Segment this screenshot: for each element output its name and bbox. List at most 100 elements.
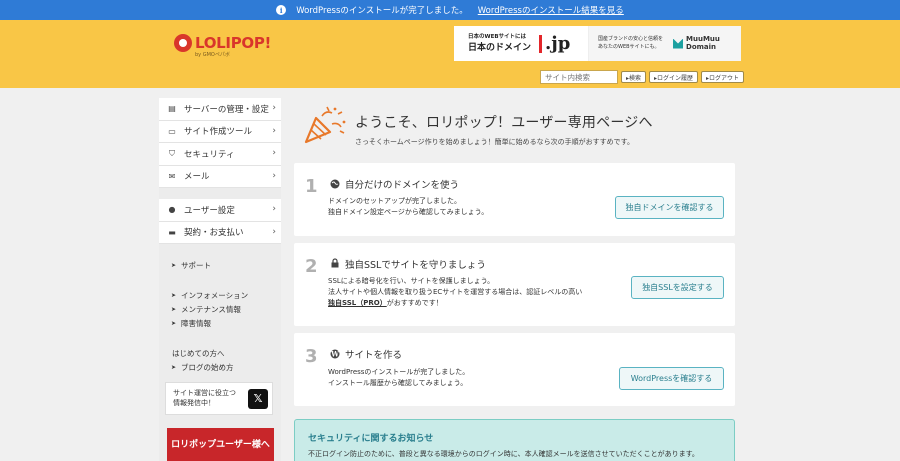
- banner-muumuu-line1: 国産ブランドの安心と信頼を: [598, 36, 664, 43]
- security-notice-body: 不正ログイン防止のために、普段と異なる環境からのログイン時に、本人確認メールを送…: [308, 450, 699, 458]
- sidebar-menu-main: ▤ サーバーの管理・設定 › ▭ サイト作成ツール › ⛉ セキュリティ › ✉…: [159, 98, 281, 188]
- ad-banner[interactable]: 日本のWEBサイトには 日本のドメイン .jp 国産ブランドの安心と信頼を あな…: [454, 26, 741, 61]
- link-label: インフォメーション: [181, 290, 249, 300]
- x-banner-line1: サイト運営に役立つ: [173, 388, 236, 397]
- logo-word: LOLIPOP!: [195, 34, 272, 52]
- notice-link[interactable]: WordPressのインストール結果を見る: [478, 4, 624, 16]
- banner-domain-line1: 日本のWEBサイトには: [468, 33, 527, 40]
- banner-muumuu-line2: あなたのWEBサイトにも。: [598, 43, 660, 50]
- sidebar-item-mail[interactable]: ✉ メール ›: [159, 166, 281, 188]
- mail-icon: ✉: [168, 171, 176, 181]
- chevron-right-icon: ›: [272, 103, 276, 113]
- link-label: サポート: [181, 260, 212, 270]
- arrow-right-icon: ➤: [171, 261, 177, 269]
- step-card-wordpress: 3 W サイトを作る WordPressのインストールが完了しました。 インスト…: [294, 333, 735, 406]
- arrow-right-icon: ➤: [171, 363, 177, 371]
- sidebar-item-label: セキュリティ: [184, 149, 235, 160]
- step-card-ssl: 2 独自SSLでサイトを守りましょう SSLによる暗号化を行い、サイトを保護しま…: [294, 243, 735, 326]
- chevron-right-icon: ›: [272, 170, 276, 181]
- banner-jp-tld: .jp: [539, 34, 570, 53]
- search-button[interactable]: ▸検索: [621, 71, 647, 83]
- step-desc-line: WordPressのインストールが完了しました。: [328, 368, 470, 376]
- step-desc-line: 法人サイトや個人情報を取り扱うECサイトを運営する場合は、認証レベルの高い: [328, 288, 583, 297]
- shield-icon: ⛉: [169, 148, 175, 158]
- link-information[interactable]: ➤ インフォメーション: [171, 288, 281, 302]
- muumuu-logo-icon: [673, 38, 684, 49]
- card-icon: ▬: [168, 227, 176, 237]
- chevron-right-icon: ›: [272, 148, 276, 158]
- sidebar-item-label: 契約・お支払い: [184, 228, 244, 239]
- step-title: 自分だけのドメインを使う: [345, 180, 460, 191]
- link-trouble[interactable]: ➤ 障害情報: [171, 316, 281, 330]
- step-description: SSLによる暗号化を行い、サイトを保護しましょう。 法人サイトや個人情報を取り扱…: [328, 276, 582, 310]
- link-support[interactable]: ➤ サポート: [171, 258, 281, 272]
- muumuu-banner[interactable]: 国産ブランドの安心と信頼を あなたのWEBサイトにも。 MuuMuu Domai…: [589, 26, 741, 61]
- chevron-right-icon: ›: [272, 226, 276, 237]
- link-label: ブログの始め方: [181, 362, 234, 372]
- sidebar-item-billing[interactable]: ▬ 契約・お支払い ›: [159, 222, 281, 244]
- ssl-pro-link[interactable]: 独自SSL（PRO）: [328, 299, 387, 307]
- check-domain-button[interactable]: 独自ドメインを確認する: [615, 196, 724, 219]
- svg-text:W: W: [330, 350, 339, 359]
- chevron-right-icon: ›: [272, 125, 276, 136]
- x-follow-banner[interactable]: サイト運営に役立つ 情報発信中！ 𝕏: [165, 382, 273, 415]
- setup-ssl-button[interactable]: 独自SSLを設定する: [631, 276, 724, 299]
- chevron-right-icon: ›: [272, 204, 276, 214]
- link-maintenance[interactable]: ➤ メンテナンス情報: [171, 302, 281, 316]
- info-icon: i: [276, 5, 287, 15]
- lock-icon: [330, 258, 340, 268]
- party-popper-icon: [302, 104, 348, 146]
- monitor-icon: ▭: [168, 126, 176, 136]
- sidebar-item-label: サーバーの管理・設定: [184, 104, 269, 115]
- user-icon: ●: [168, 205, 176, 215]
- promo-banner[interactable]: ロリポップユーザー様へ: [167, 428, 274, 461]
- arrow-right-icon: ➤: [171, 291, 177, 299]
- step-description: WordPressのインストールが完了しました。 インストール履歴から確認してみ…: [328, 367, 469, 389]
- link-label: 障害情報: [181, 318, 212, 328]
- step-description: ドメインのセットアップが完了しました。 独自ドメイン設定ページから確認してみまし…: [328, 196, 488, 218]
- sidebar-menu-account: ● ユーザー設定 › ▬ 契約・お支払い ›: [159, 199, 281, 244]
- muumuu-name2: Domain: [686, 42, 717, 51]
- sidebar-item-server[interactable]: ▤ サーバーの管理・設定 ›: [159, 98, 281, 121]
- step-title: サイトを作る: [345, 350, 403, 361]
- step-number: 2: [305, 256, 318, 277]
- page-title: ようこそ、ロリポップ！ユーザー専用ページへ: [355, 115, 653, 131]
- banner-domain-line2: 日本のドメイン: [468, 43, 532, 54]
- security-notice-title: セキュリティに関するお知らせ: [308, 434, 434, 444]
- step-number: 3: [305, 346, 318, 367]
- logo-sub: by GMOペパボ: [195, 52, 230, 58]
- step-desc-line: 独自ドメイン設定ページから確認してみましょう。: [328, 208, 489, 217]
- welcome-header: ようこそ、ロリポップ！ユーザー専用ページへ さっそくホームページ作りを始めましょ…: [302, 104, 653, 147]
- logout-button[interactable]: ▸ログアウト: [701, 71, 745, 83]
- step-desc-line: インストール履歴から確認してみましょう。: [328, 379, 468, 388]
- server-icon: ▤: [168, 104, 176, 114]
- lolipop-mark-icon: [174, 34, 192, 52]
- security-notice: セキュリティに関するお知らせ 不正ログイン防止のために、普段と異なる環境からのロ…: [294, 419, 735, 461]
- globe-icon: [330, 179, 340, 189]
- step-desc-line: ドメインのセットアップが完了しました。: [328, 197, 461, 205]
- sidebar-item-user-settings[interactable]: ● ユーザー設定 ›: [159, 199, 281, 222]
- check-wordpress-button[interactable]: WordPressを確認する: [619, 367, 724, 390]
- sidebar-item-label: ユーザー設定: [184, 205, 235, 216]
- link-blog-start[interactable]: ➤ ブログの始め方: [171, 360, 281, 374]
- sidebar-item-site-tools[interactable]: ▭ サイト作成ツール ›: [159, 121, 281, 143]
- x-logo-icon: 𝕏: [248, 388, 268, 409]
- sidebar-links: ➤ サポート ➤ インフォメーション ➤ メンテナンス情報 ➤ 障害情報 はじめ…: [159, 244, 281, 374]
- step-desc-line: 独自SSL（PRO）がおすすめです！: [328, 298, 582, 309]
- link-label: メンテナンス情報: [181, 304, 241, 314]
- step-desc-rest: がおすすめです！: [386, 299, 443, 308]
- header-tools: ▸検索 ▸ログイン履歴 ▸ログアウト: [540, 70, 745, 84]
- link-beginners[interactable]: はじめての方へ: [171, 346, 281, 360]
- site-search-input[interactable]: [540, 70, 618, 84]
- top-notice-bar: i WordPressのインストールが完了しました。 WordPressのインス…: [0, 0, 900, 20]
- sidebar-item-security[interactable]: ⛉ セキュリティ ›: [159, 143, 281, 166]
- wordpress-icon: W: [330, 349, 340, 359]
- sidebar-item-label: サイト作成ツール: [184, 127, 253, 138]
- header: LOLIPOP! by GMOペパボ 日本のWEBサイトには 日本のドメイン .…: [0, 20, 900, 88]
- login-history-button[interactable]: ▸ログイン履歴: [649, 71, 699, 83]
- sidebar: ▤ サーバーの管理・設定 › ▭ サイト作成ツール › ⛉ セキュリティ › ✉…: [159, 98, 281, 461]
- x-banner-line2: 情報発信中！: [173, 398, 215, 407]
- jp-domain-banner[interactable]: 日本のWEBサイトには 日本のドメイン .jp: [454, 26, 589, 61]
- lolipop-logo[interactable]: LOLIPOP! by GMOペパボ: [174, 34, 272, 58]
- step-desc-line: SSLによる暗号化を行い、サイトを保護しましょう。: [328, 277, 495, 285]
